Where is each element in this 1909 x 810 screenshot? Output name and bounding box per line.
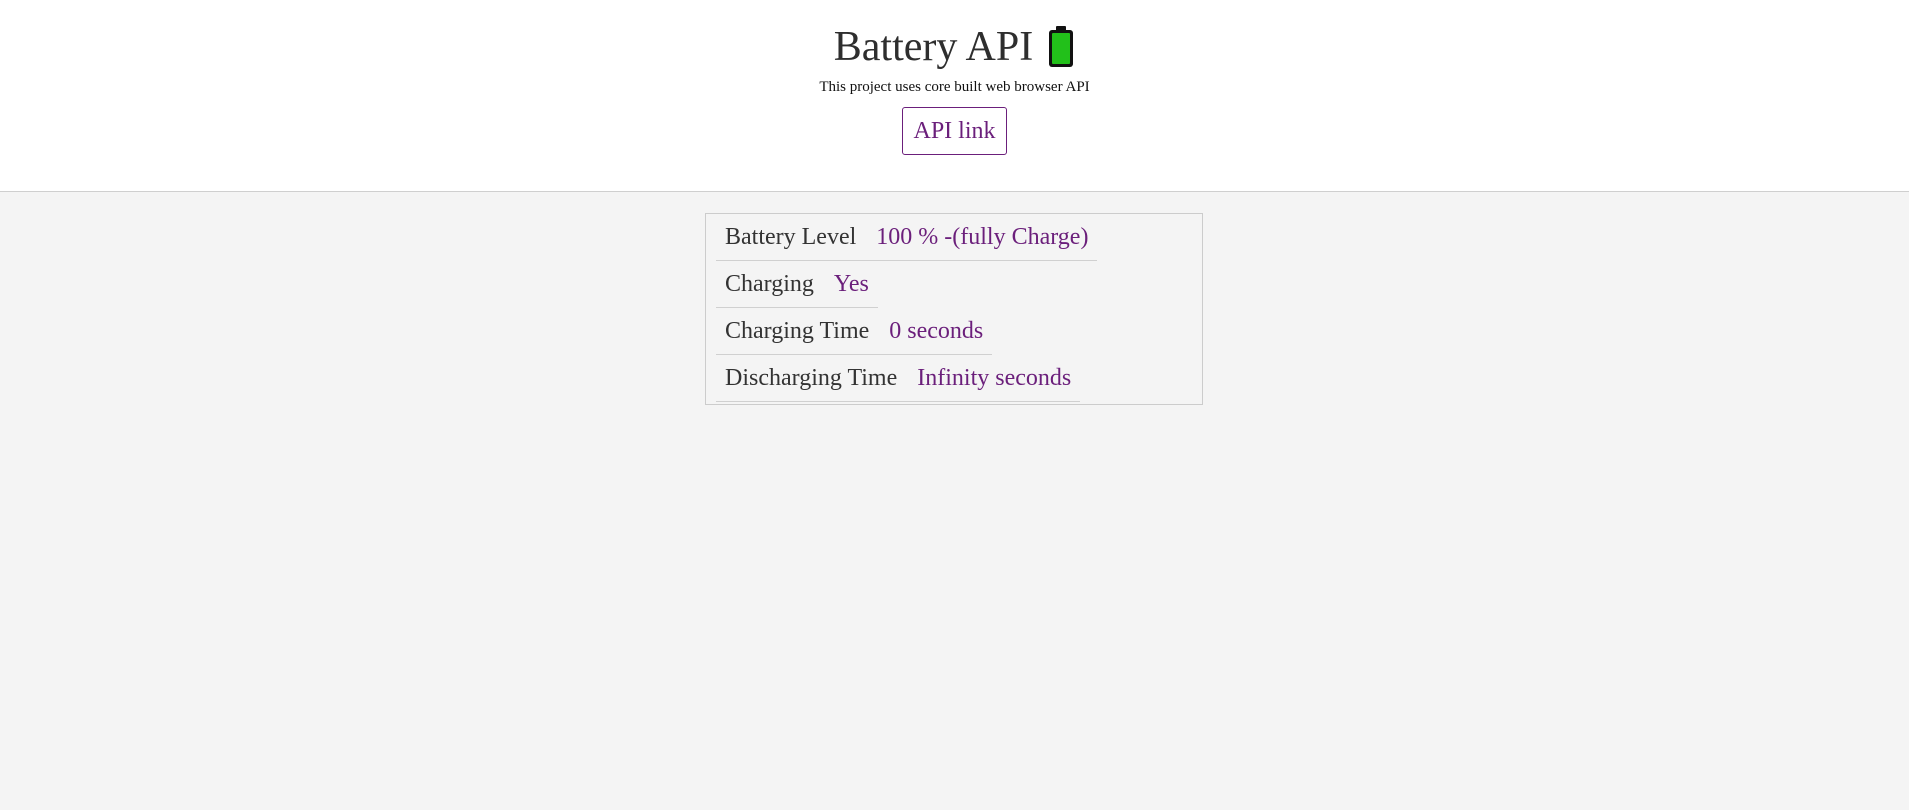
stat-value: 0 seconds: [889, 317, 984, 344]
page-title: Battery API: [834, 22, 1075, 72]
stat-row-discharging-time: Discharging Time Infinity seconds: [716, 355, 1081, 402]
stat-label: Discharging Time: [725, 364, 898, 391]
page-subtitle: This project uses core built web browser…: [819, 79, 1090, 95]
stat-label: Charging: [725, 270, 814, 297]
stat-value: 100 % -(fully Charge): [876, 223, 1089, 250]
api-link-button[interactable]: API link: [902, 107, 1007, 155]
battery-stats-card: Battery Level 100 % -(fully Charge) Char…: [705, 213, 1203, 405]
stat-label: Charging Time: [725, 317, 870, 344]
stat-row-battery-level: Battery Level 100 % -(fully Charge): [716, 214, 1098, 261]
stat-row-charging: Charging Yes: [716, 261, 878, 308]
stat-value: Yes: [833, 270, 869, 297]
page-header: Battery API This project uses core built…: [0, 0, 1909, 192]
battery-icon: [1047, 26, 1075, 68]
page-title-text: Battery API: [833, 24, 1034, 70]
stat-value: Infinity seconds: [917, 364, 1072, 391]
stat-row-charging-time: Charging Time 0 seconds: [716, 308, 993, 355]
stat-label: Battery Level: [725, 223, 857, 250]
